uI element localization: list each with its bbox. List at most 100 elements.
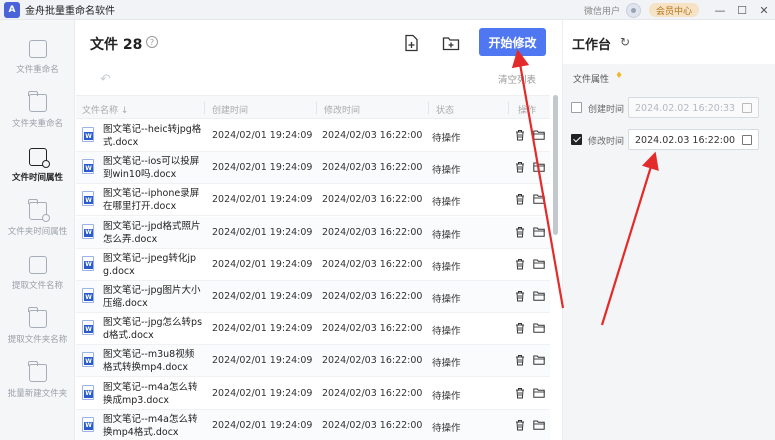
trash-icon[interactable] bbox=[515, 193, 525, 205]
trash-icon[interactable] bbox=[515, 258, 525, 270]
user-name[interactable]: 微信用户 bbox=[584, 4, 620, 17]
file-list-panel: 文件 28 ? 开始修改 ↶ 清空列表 文件名称 ↓ 创建时间 修改时间 状态 … bbox=[76, 20, 561, 440]
modified-time: 2024/02/03 16:22:00 bbox=[322, 323, 423, 335]
extract-folder-name-icon bbox=[28, 307, 47, 328]
table-row[interactable]: 图文笔记--ios可以投屏到win10吗.docx 2024/02/01 19:2… bbox=[76, 152, 550, 185]
file-name: 图文笔记--jpg怎么转psd格式.docx bbox=[103, 317, 203, 342]
maximize-button[interactable]: ☐ bbox=[731, 4, 753, 17]
sidebar-item-folder-time[interactable]: 文件夹时间属性 bbox=[0, 199, 75, 252]
word-doc-icon bbox=[82, 384, 94, 400]
word-doc-icon bbox=[82, 352, 94, 368]
modified-time-row: 修改时间 2024.02.03 16:22:00 bbox=[571, 129, 771, 151]
trash-icon[interactable] bbox=[515, 354, 525, 366]
open-folder-icon[interactable] bbox=[533, 194, 545, 205]
open-folder-icon[interactable] bbox=[533, 388, 545, 398]
open-folder-icon[interactable] bbox=[533, 355, 545, 366]
sidebar-item-label: 文件时间属性 bbox=[11, 173, 63, 183]
file-name: 图文笔记--m4a怎么转换mp4格式.docx bbox=[103, 413, 198, 438]
open-folder-icon[interactable] bbox=[533, 291, 545, 301]
app-title: 金舟批量重命名软件 bbox=[25, 6, 115, 17]
add-folder-icon[interactable] bbox=[442, 34, 460, 52]
created-time: 2024/02/01 19:24:09 bbox=[212, 355, 313, 367]
file-time-icon bbox=[28, 148, 50, 168]
vip-diamond-icon: ♦ bbox=[615, 71, 624, 81]
modified-time-input[interactable]: 2024.02.03 16:22:00 bbox=[628, 129, 759, 150]
trash-icon[interactable] bbox=[515, 322, 525, 334]
table-row[interactable]: 图文笔记--jpd格式照片怎么弄.docx 2024/02/01 19:24:09… bbox=[76, 216, 550, 249]
created-time-input[interactable]: 2024.02.02 16:20:33 bbox=[628, 97, 759, 118]
trash-icon[interactable] bbox=[515, 290, 525, 302]
trash-icon[interactable] bbox=[515, 161, 525, 173]
open-folder-icon[interactable] bbox=[533, 420, 545, 430]
created-time-checkbox[interactable] bbox=[571, 102, 582, 113]
table-row[interactable]: 图文笔记--m4a怎么转换成mp3.docx 2024/02/01 19:24:0… bbox=[76, 378, 550, 410]
clear-list-button[interactable]: 清空列表 bbox=[498, 72, 536, 86]
created-time: 2024/02/01 19:24:09 bbox=[212, 387, 313, 399]
status: 待操作 bbox=[432, 390, 461, 402]
created-time: 2024/02/01 19:24:09 bbox=[212, 226, 313, 238]
file-attributes-label: 文件属性 bbox=[573, 75, 610, 85]
undo-icon[interactable]: ↶ bbox=[100, 72, 111, 87]
help-icon[interactable]: ? bbox=[146, 36, 158, 48]
word-doc-icon bbox=[82, 191, 94, 207]
column-header-modified: 修改时间 bbox=[324, 106, 361, 116]
column-header-name[interactable]: 文件名称 ↓ bbox=[82, 103, 128, 116]
modified-time: 2024/02/03 16:22:00 bbox=[322, 130, 423, 141]
avatar[interactable] bbox=[625, 2, 641, 18]
vip-center-button[interactable]: 会员中心 bbox=[648, 3, 699, 17]
open-folder-icon[interactable] bbox=[533, 130, 545, 140]
trash-icon[interactable] bbox=[515, 129, 525, 141]
table-row[interactable]: 图文笔记--m3u8视频格式转换mp4.docx 2024/02/01 19:24… bbox=[76, 345, 550, 378]
modified-time: 2024/02/03 16:22:00 bbox=[322, 355, 423, 367]
sidebar-item-label: 提取文件夹名称 bbox=[7, 335, 68, 345]
add-file-icon[interactable] bbox=[403, 34, 421, 52]
sidebar-item-batch-new-folder[interactable]: 批量新建文件夹 bbox=[0, 361, 75, 414]
start-modify-button[interactable]: 开始修改 bbox=[479, 28, 546, 56]
table-row[interactable]: 图文笔记--jpg怎么转psd格式.docx 2024/02/01 19:24:0… bbox=[76, 313, 550, 346]
modified-time: 2024/02/03 16:22:00 bbox=[322, 226, 423, 238]
sidebar-item-folder-rename[interactable]: 文件夹重命名 bbox=[0, 91, 75, 144]
open-folder-icon[interactable] bbox=[533, 323, 545, 333]
minimize-button[interactable]: — bbox=[709, 4, 731, 17]
batch-new-folder-icon bbox=[28, 361, 47, 382]
modified-time-checkbox[interactable] bbox=[571, 134, 582, 145]
status: 待操作 bbox=[432, 294, 461, 305]
trash-icon[interactable] bbox=[515, 387, 525, 399]
modified-time: 2024/02/03 16:22:00 bbox=[322, 387, 423, 399]
app-logo: A bbox=[4, 1, 20, 18]
sidebar-item-label: 批量新建文件夹 bbox=[7, 389, 68, 399]
table-row[interactable]: 图文笔记--jpeg转化jpg.docx 2024/02/01 19:24:09 2… bbox=[76, 249, 550, 281]
sidebar-item-label: 文件夹重命名 bbox=[11, 119, 63, 129]
word-doc-icon bbox=[82, 159, 94, 175]
sidebar-item-file-rename[interactable]: 文件重命名 bbox=[0, 38, 75, 90]
sidebar-item-extract-folder-name[interactable]: 提取文件夹名称 bbox=[0, 307, 75, 360]
word-doc-icon bbox=[82, 223, 94, 239]
column-header-status: 状态 bbox=[436, 106, 455, 116]
calendar-icon[interactable] bbox=[742, 135, 752, 145]
calendar-icon[interactable] bbox=[742, 103, 752, 113]
file-name: 图文笔记--m3u8视频格式转换mp4.docx bbox=[103, 349, 195, 374]
file-name: 图文笔记--jpg图片大小压缩.docx bbox=[103, 285, 201, 309]
scrollbar[interactable] bbox=[553, 95, 558, 235]
created-time: 2024/02/01 19:24:09 bbox=[212, 419, 313, 431]
file-name: 图文笔记--ios可以投屏到win10吗.docx bbox=[103, 156, 200, 181]
trash-icon[interactable] bbox=[515, 419, 525, 431]
sidebar-item-file-time[interactable]: 文件时间属性 bbox=[0, 146, 75, 198]
sidebar-item-extract-file-name[interactable]: 提取文件名称 bbox=[0, 254, 75, 306]
open-folder-icon[interactable] bbox=[533, 162, 545, 172]
created-time: 2024/02/01 19:24:09 bbox=[212, 258, 313, 270]
table-row[interactable]: 图文笔记--iphone录屏在哪里打开.docx 2024/02/01 19:24… bbox=[76, 184, 550, 217]
close-button[interactable]: ✕ bbox=[753, 4, 775, 17]
trash-icon[interactable] bbox=[515, 226, 525, 238]
modified-time-label: 修改时间 bbox=[588, 137, 625, 147]
table-row[interactable]: 图文笔记--m4a怎么转换mp4格式.docx 2024/02/01 19:24:… bbox=[76, 409, 550, 440]
open-folder-icon[interactable] bbox=[533, 259, 545, 269]
table-row[interactable]: 图文笔记--jpg图片大小压缩.docx 2024/02/01 19:24:09 2… bbox=[76, 281, 550, 313]
column-header-created: 创建时间 bbox=[212, 106, 249, 116]
open-folder-icon[interactable] bbox=[533, 227, 545, 237]
table-row[interactable]: 图文笔记--heic转jpg格式.docx 2024/02/01 19:24:09… bbox=[76, 120, 550, 152]
refresh-icon[interactable]: ↻ bbox=[620, 35, 630, 49]
status: 待操作 bbox=[432, 358, 461, 370]
sort-arrow-icon: ↓ bbox=[120, 106, 129, 116]
table-header: 文件名称 ↓ 创建时间 修改时间 状态 操作 bbox=[76, 95, 550, 119]
